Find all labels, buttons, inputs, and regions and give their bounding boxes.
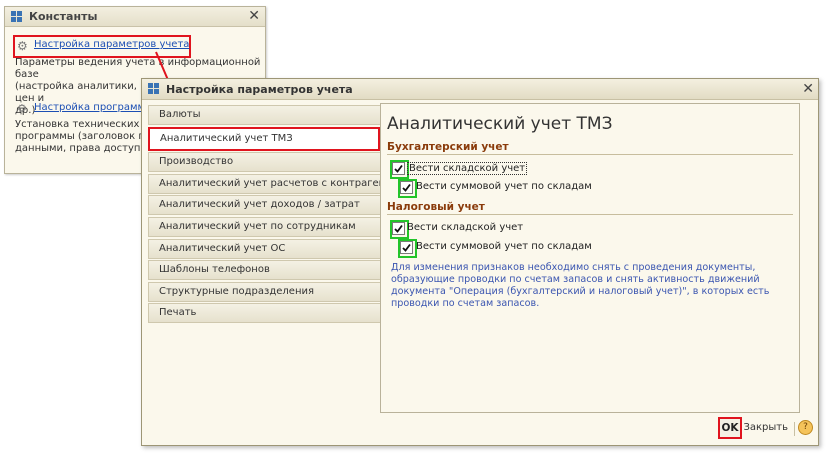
acc-warehouse-checkbox[interactable] (392, 162, 405, 175)
tab-counterparty-analytics[interactable]: Аналитический учет расчетов с контрагент… (148, 173, 380, 194)
dialog-footer: OK Закрыть ? (142, 415, 818, 445)
tab-tmz-analytics[interactable]: Аналитический учет ТМЗ (148, 126, 380, 151)
dialog-title: Настройка параметров учета (166, 83, 353, 96)
accounting-settings-dialog: Настройка параметров учета ✕ Валюты Анал… (141, 78, 819, 446)
accounting-section-title: Бухгалтерский учет (387, 141, 509, 153)
ok-button[interactable]: OK (718, 417, 742, 439)
acc-warehouse-label: Вести складской учет (407, 162, 528, 175)
tab-income-expense-analytics[interactable]: Аналитический учет доходов / затрат (148, 195, 380, 216)
info-note: Для изменения признаков необходимо снять… (391, 262, 770, 309)
help-icon[interactable]: ? (798, 420, 813, 435)
acc-sum-label: Вести суммовой учет по складам (416, 181, 592, 192)
tab-employee-analytics[interactable]: Аналитический учет по сотрудникам (148, 216, 380, 237)
footer-divider (794, 422, 795, 436)
dialog-close-icon[interactable]: ✕ (802, 81, 814, 97)
dialog-titlebar: Настройка параметров учета ✕ (142, 79, 818, 100)
tab-currencies[interactable]: Валюты (148, 105, 380, 125)
tab-production[interactable]: Производство (148, 152, 380, 173)
panel-heading: Аналитический учет ТМЗ (387, 114, 613, 134)
section-divider (387, 154, 793, 155)
close-button[interactable]: Закрыть (743, 422, 788, 433)
section-divider (387, 214, 793, 215)
tab-fixed-assets-analytics[interactable]: Аналитический учет ОС (148, 238, 380, 259)
tmz-analytics-panel: Аналитический учет ТМЗ Бухгалтерский уче… (380, 103, 800, 413)
acc-sum-checkbox[interactable] (400, 181, 413, 194)
tab-departments[interactable]: Структурные подразделения (148, 281, 380, 302)
tax-sum-checkbox[interactable] (400, 241, 413, 254)
settings-tabs: Валюты Аналитический учет ТМЗ Производст… (148, 105, 380, 325)
tab-print[interactable]: Печать (148, 303, 380, 324)
tax-warehouse-checkbox[interactable] (392, 222, 405, 235)
window-grid-icon (148, 83, 159, 94)
tab-phone-templates[interactable]: Шаблоны телефонов (148, 260, 380, 281)
tax-sum-label: Вести суммовой учет по складам (416, 241, 592, 252)
tax-section-title: Налоговый учет (387, 201, 485, 213)
tax-warehouse-label: Вести складской учет (407, 222, 524, 233)
